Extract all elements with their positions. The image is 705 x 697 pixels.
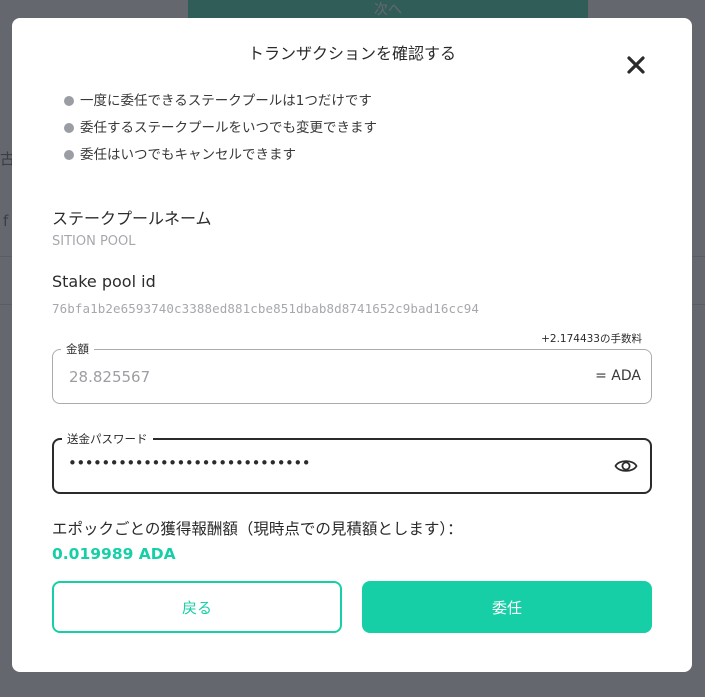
note-text: 委任するステークプールをいつでも変更できます bbox=[80, 120, 377, 136]
password-input[interactable]: ••••••••••••••••••••••••••••• bbox=[68, 454, 311, 472]
delegation-notes: 一度に委任できるステークプールは1つだけです 委任するステークプールをいつでも変… bbox=[64, 92, 377, 173]
eye-icon[interactable] bbox=[614, 455, 638, 477]
amount-input[interactable]: 28.825567 bbox=[69, 368, 150, 386]
fee-text: +2.174433の手数料 bbox=[541, 333, 642, 345]
pool-name-value: SITION POOL bbox=[52, 234, 136, 249]
note-text: 一度に委任できるステークプールは1つだけです bbox=[80, 93, 372, 109]
amount-unit: = ADA bbox=[595, 368, 641, 384]
pool-name-label: ステークプールネーム bbox=[52, 209, 212, 228]
note-text: 委任はいつでもキャンセルできます bbox=[80, 147, 296, 163]
spending-password-field[interactable]: 送金パスワード ••••••••••••••••••••••••••••• bbox=[52, 431, 652, 494]
list-item: 委任はいつでもキャンセルできます bbox=[64, 146, 377, 173]
list-item: 委任するステークプールをいつでも変更できます bbox=[64, 119, 377, 146]
amount-label: 金額 bbox=[61, 341, 94, 357]
dialog-title: トランザクションを確認する bbox=[247, 44, 456, 63]
bullet-icon bbox=[64, 123, 74, 133]
bullet-icon bbox=[64, 150, 74, 160]
back-button[interactable]: 戻る bbox=[52, 581, 342, 633]
pool-id-value: 76bfa1b2e6593740c3388ed881cbe851dbab8d87… bbox=[52, 301, 480, 316]
reward-value: 0.019989 ADA bbox=[52, 545, 176, 563]
reward-label: エポックごとの獲得報酬額（現時点での見積額とします）： bbox=[52, 520, 463, 538]
close-icon[interactable] bbox=[624, 53, 648, 77]
password-label: 送金パスワード bbox=[62, 431, 153, 447]
confirm-transaction-dialog: トランザクションを確認する 一度に委任できるステークプールは1つだけです 委任す… bbox=[12, 18, 692, 672]
delegate-button[interactable]: 委任 bbox=[362, 581, 652, 633]
pool-id-label: Stake pool id bbox=[52, 272, 156, 291]
bullet-icon bbox=[64, 96, 74, 106]
list-item: 一度に委任できるステークプールは1つだけです bbox=[64, 92, 377, 119]
amount-field[interactable]: 金額 28.825567 = ADA bbox=[52, 341, 652, 404]
